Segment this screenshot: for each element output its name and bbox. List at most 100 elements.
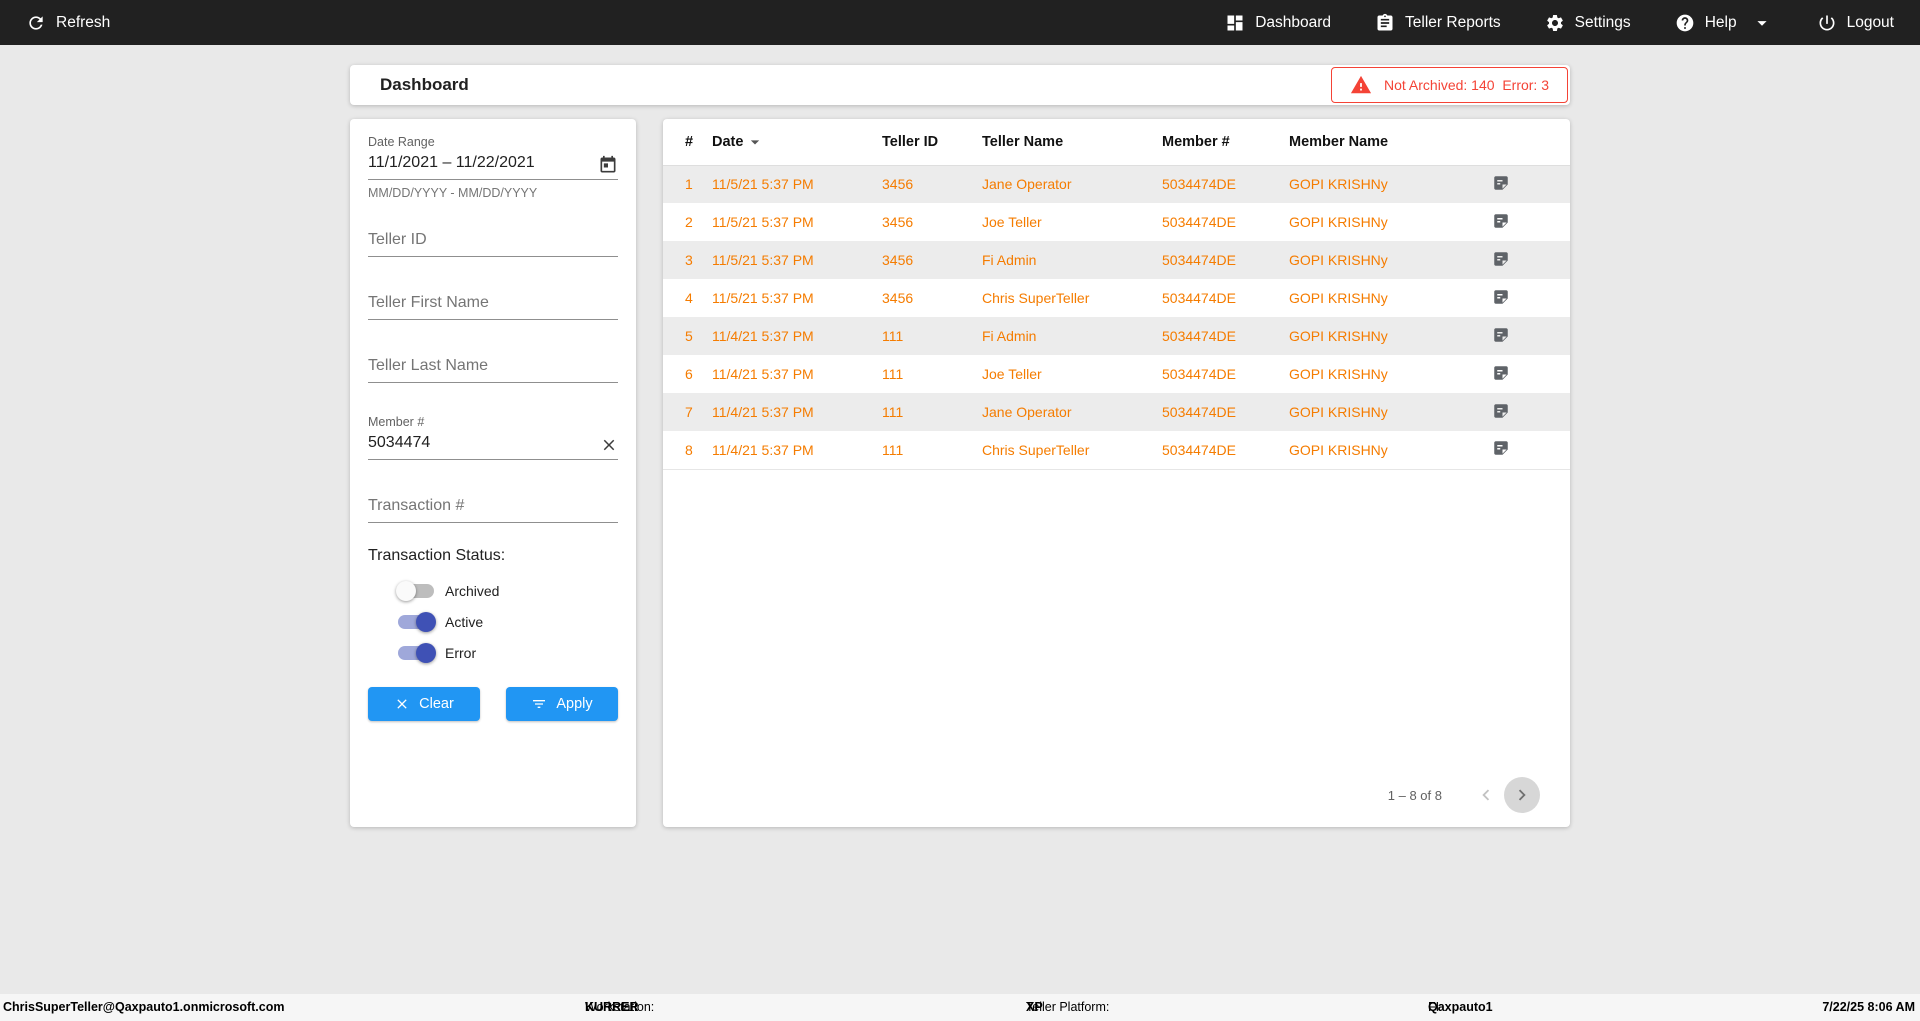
cell-num: 8 xyxy=(685,441,693,458)
cell-teller-name: Chris SuperTeller xyxy=(982,290,1090,306)
toggle-switch[interactable] xyxy=(398,643,436,663)
table-row[interactable]: 4 11/5/21 5:37 PM 3456 Chris SuperTeller… xyxy=(663,279,1570,317)
table-row[interactable]: 6 11/4/21 5:37 PM 111 Joe Teller 5034474… xyxy=(663,355,1570,393)
transaction-number-input[interactable] xyxy=(368,492,618,523)
alert-text: Not Archived: 140 Error: 3 xyxy=(1384,77,1549,93)
close-icon xyxy=(397,699,407,709)
transaction-number-field xyxy=(368,492,618,523)
nav-settings[interactable]: Settings xyxy=(1545,13,1631,33)
table-row[interactable]: 5 11/4/21 5:37 PM 111 Fi Admin 5034474DE… xyxy=(663,317,1570,355)
cell-num: 6 xyxy=(685,366,693,382)
cell-member-name: GOPI KRISHNy xyxy=(1289,441,1388,458)
cell-actions xyxy=(1480,317,1570,355)
nav-dashboard[interactable]: Dashboard xyxy=(1225,13,1331,33)
cell-actions xyxy=(1480,279,1570,317)
clear-button-label: Clear xyxy=(419,696,454,712)
teller-last-name-field xyxy=(368,352,618,383)
fi-label: FI: xyxy=(1428,1000,1443,1014)
date-format-hint: MM/DD/YYYY - MM/DD/YYYY xyxy=(368,186,538,200)
cell-date: 11/4/21 5:37 PM xyxy=(712,328,814,344)
cell-num: 3 xyxy=(685,252,693,268)
cell-member-number: 5034474DE xyxy=(1162,366,1236,382)
cell-teller-name: Fi Admin xyxy=(982,328,1037,344)
col-teller-id: Teller ID xyxy=(881,119,981,166)
nav-help[interactable]: Help xyxy=(1675,12,1773,34)
cell-teller-id: 3456 xyxy=(882,214,914,230)
platform-label: Teller Platform: xyxy=(1026,1000,1110,1014)
table-row[interactable]: 2 11/5/21 5:37 PM 3456 Joe Teller 503447… xyxy=(663,203,1570,241)
refresh-button[interactable]: Refresh xyxy=(26,13,110,33)
prev-page-button[interactable] xyxy=(1468,777,1504,813)
toggle-switch[interactable] xyxy=(396,581,434,601)
note-icon[interactable] xyxy=(1492,212,1510,230)
pagination: 1 – 8 of 8 xyxy=(663,777,1570,813)
toggle-error[interactable]: Error xyxy=(398,643,618,663)
nav-logout[interactable]: Logout xyxy=(1817,13,1894,33)
nav-logout-label: Logout xyxy=(1846,13,1894,31)
power-icon xyxy=(1819,15,1835,30)
toggle-active[interactable]: Active xyxy=(398,612,618,632)
member-number-input[interactable] xyxy=(368,429,618,460)
col-member-name: Member Name xyxy=(1288,119,1480,166)
col-actions xyxy=(1480,119,1570,166)
apply-button[interactable]: Apply xyxy=(506,687,618,721)
table-row[interactable]: 1 11/5/21 5:37 PM 3456 Jane Operator 503… xyxy=(663,165,1570,203)
table-row[interactable]: 8 11/4/21 5:37 PM 111 Chris SuperTeller … xyxy=(663,431,1570,469)
table-row[interactable]: 3 11/5/21 5:37 PM 3456 Fi Admin 5034474D… xyxy=(663,241,1570,279)
cell-member-name: GOPI KRISHNy xyxy=(1289,366,1388,382)
date-range-input[interactable] xyxy=(368,149,618,180)
col-date[interactable]: Date xyxy=(711,119,881,166)
next-page-button[interactable] xyxy=(1504,777,1540,813)
col-date-label: Date xyxy=(712,133,744,150)
table-header-row: # Date Teller ID Teller Name Member # Me… xyxy=(663,119,1570,166)
table-row[interactable]: 7 11/4/21 5:37 PM 111 Jane Operator 5034… xyxy=(663,393,1570,431)
chevron-right-icon xyxy=(1518,789,1526,801)
date-range-field: Date Range MM/DD/YYYY - MM/DD/YYYY xyxy=(368,135,618,200)
sort-desc-icon xyxy=(751,140,760,145)
results-panel: # Date Teller ID Teller Name Member # Me… xyxy=(663,119,1570,827)
filter-icon xyxy=(533,700,546,708)
toggle-archived[interactable]: Archived xyxy=(396,581,618,601)
member-number-field: Member # xyxy=(368,415,618,460)
teller-last-name-input[interactable] xyxy=(368,352,618,383)
cell-actions xyxy=(1480,241,1570,279)
nav-dashboard-label: Dashboard xyxy=(1255,13,1332,31)
cell-num: 1 xyxy=(685,176,693,193)
platform-info: Teller Platform: XP xyxy=(1026,994,1109,1021)
note-icon[interactable] xyxy=(1492,439,1510,457)
cell-teller-name: Joe Teller xyxy=(982,366,1042,382)
cell-actions xyxy=(1480,355,1570,393)
note-icon[interactable] xyxy=(1492,174,1510,192)
chevron-down-icon xyxy=(1756,20,1767,26)
apply-button-label: Apply xyxy=(556,696,593,712)
note-icon[interactable] xyxy=(1492,288,1510,306)
cell-member-number: 5034474DE xyxy=(1162,404,1236,420)
filter-actions: Clear Apply xyxy=(368,687,618,721)
calendar-icon[interactable] xyxy=(598,155,618,175)
note-icon[interactable] xyxy=(1492,364,1510,382)
cell-member-number: 5034474DE xyxy=(1162,214,1236,230)
toggle-switch[interactable] xyxy=(398,612,436,632)
cell-num: 2 xyxy=(685,214,693,230)
topbar: Refresh Dashboard Teller Reports Setting… xyxy=(0,0,1920,45)
teller-id-input[interactable] xyxy=(368,226,618,257)
warning-icon xyxy=(1350,75,1372,94)
cell-date: 11/5/21 5:37 PM xyxy=(712,252,814,268)
note-icon[interactable] xyxy=(1492,250,1510,268)
clear-member-icon[interactable] xyxy=(600,436,618,454)
cell-teller-name: Fi Admin xyxy=(982,252,1037,268)
nav-teller-reports-label: Teller Reports xyxy=(1405,13,1501,31)
toggle-label: Archived xyxy=(445,583,500,599)
teller-first-name-input[interactable] xyxy=(368,289,618,320)
note-icon[interactable] xyxy=(1492,402,1510,420)
status-toggles: Archived Active Error xyxy=(368,581,618,663)
nav-teller-reports[interactable]: Teller Reports xyxy=(1375,13,1501,33)
clear-button[interactable]: Clear xyxy=(368,687,480,721)
note-icon[interactable] xyxy=(1492,326,1510,344)
cell-teller-id: 111 xyxy=(882,366,904,382)
cell-member-name: GOPI KRISHNy xyxy=(1289,404,1388,420)
refresh-icon xyxy=(29,15,43,30)
cell-num: 4 xyxy=(685,290,693,306)
cell-date: 11/4/21 5:37 PM xyxy=(712,366,814,382)
cell-date: 11/5/21 5:37 PM xyxy=(712,176,814,193)
